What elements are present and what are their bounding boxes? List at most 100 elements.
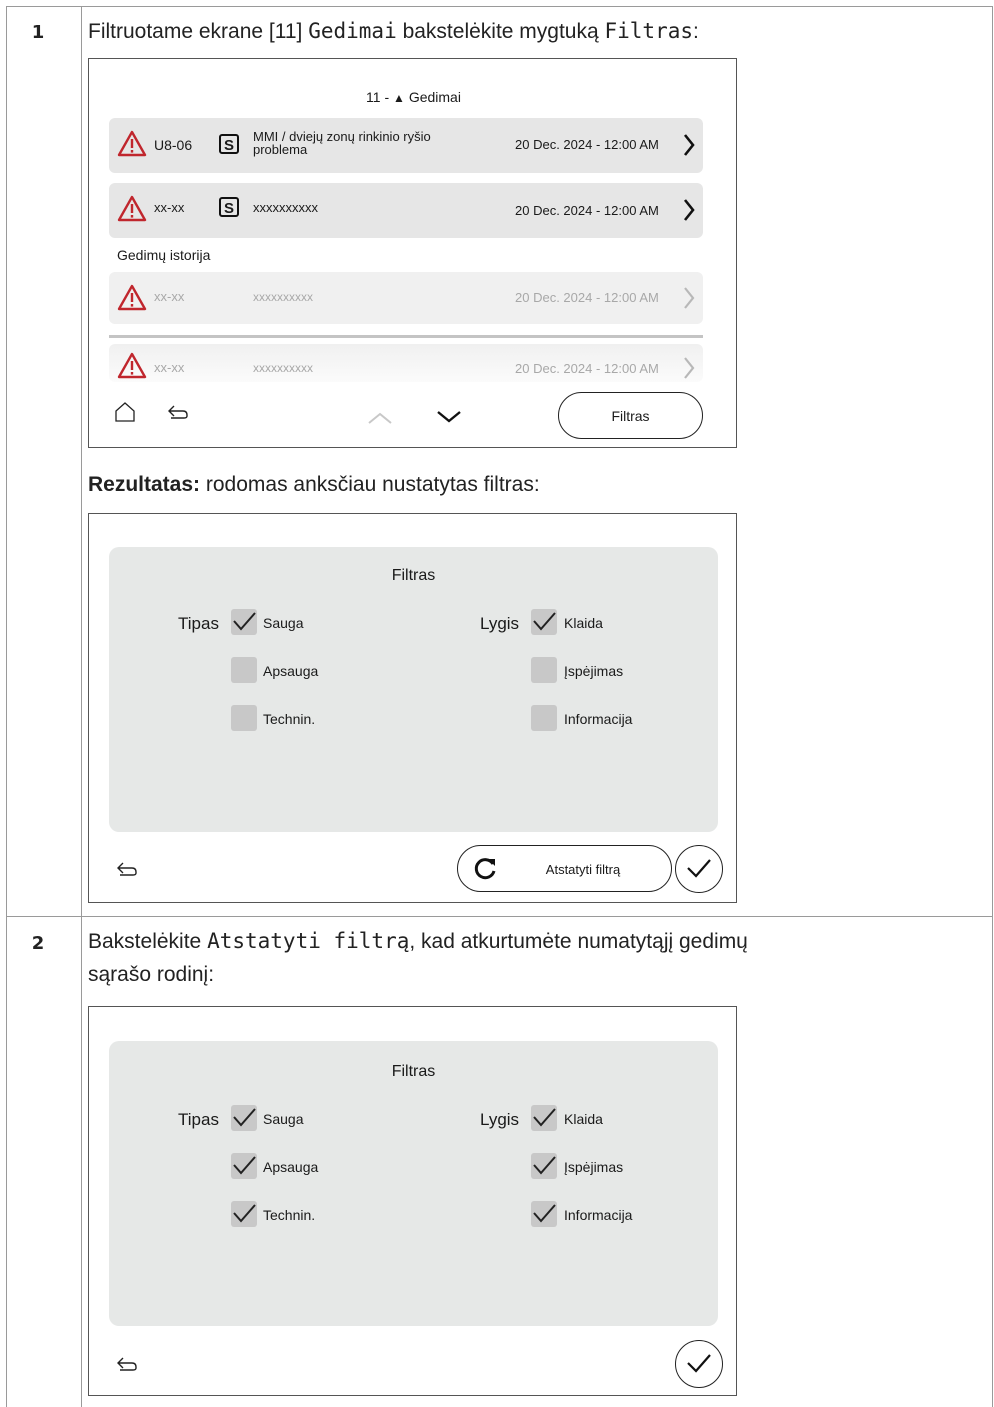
scroll-down-icon[interactable] xyxy=(436,410,462,424)
checkbox-sauga[interactable] xyxy=(231,609,257,635)
step-1-text-a: Filtruotame ekrane [11] xyxy=(88,20,309,43)
checkmark-icon xyxy=(233,1108,256,1127)
checkbox-ispejimas[interactable] xyxy=(531,657,557,683)
fault-description: xxxxxxxxxx xyxy=(253,290,313,304)
checkmark-icon xyxy=(687,859,711,878)
chevron-right-icon xyxy=(684,287,695,309)
fault-code: xx-xx xyxy=(154,289,185,304)
checkmark-icon xyxy=(233,1156,256,1175)
warning-icon xyxy=(117,195,147,222)
option-label: Klaida xyxy=(564,615,603,631)
warning-icon xyxy=(117,130,147,157)
home-icon[interactable] xyxy=(114,401,136,423)
step-2-code-reset: Atstatyti filtrą xyxy=(207,929,410,953)
checkbox-informacija[interactable] xyxy=(531,705,557,731)
fault-code: xx-xx xyxy=(154,200,185,215)
confirm-button[interactable] xyxy=(675,1340,723,1388)
scroll-divider xyxy=(109,335,703,338)
checkmark-icon xyxy=(533,1108,556,1127)
filter-button[interactable]: Filtras xyxy=(558,392,703,439)
fault-description: xxxxxxxxxx xyxy=(253,200,318,215)
option-label: Sauga xyxy=(263,1111,304,1127)
checkmark-icon xyxy=(533,1204,556,1223)
confirm-button[interactable] xyxy=(675,845,723,893)
screen-title-text: Gedimai xyxy=(408,89,461,105)
checkmark-icon xyxy=(533,1156,556,1175)
fault-row-history[interactable]: xx-xx xxxxxxxxxx 20 Dec. 2024 - 12:00 AM xyxy=(109,272,703,324)
fault-row-history[interactable]: xx-xx xxxxxxxxxx 20 Dec. 2024 - 12:00 AM xyxy=(109,344,703,382)
option-label: Technin. xyxy=(263,1207,316,1223)
refresh-icon xyxy=(474,858,496,880)
step-2-text-b: , kad atkurtumėte numatytąjį gedimų xyxy=(409,930,748,953)
chevron-right-icon xyxy=(683,134,695,156)
filter-panel: Filtras Tipas Lygis Sauga Apsauga Techni… xyxy=(109,547,718,832)
fault-description: xxxxxxxxxx xyxy=(253,361,313,375)
back-arrow-icon[interactable] xyxy=(116,860,138,878)
option-label: Informacija xyxy=(564,1207,633,1223)
chevron-right-icon xyxy=(684,357,695,379)
fault-row-active[interactable]: xx-xx S xxxxxxxxxx 20 Dec. 2024 - 12:00 … xyxy=(109,183,703,238)
option-label: Įspėjimas xyxy=(564,663,624,679)
checkbox-sauga[interactable] xyxy=(231,1105,257,1131)
back-arrow-icon[interactable] xyxy=(167,403,189,421)
fault-code: U8-06 xyxy=(154,137,193,153)
step-2-instruction-line2: sąrašo rodinį: xyxy=(88,963,215,986)
fault-timestamp: 20 Dec. 2024 - 12:00 AM xyxy=(515,203,659,218)
option-label: Technin. xyxy=(263,711,316,727)
type-label: Tipas xyxy=(178,614,219,633)
step-number-2: 2 xyxy=(31,933,45,954)
result-line: Rezultatas: rodomas anksčiau nustatytas … xyxy=(88,470,540,500)
option-label: Informacija xyxy=(564,711,633,727)
checkmark-icon xyxy=(687,1354,711,1373)
type-label: Tipas xyxy=(178,1110,219,1129)
checkbox-apsauga[interactable] xyxy=(231,657,257,683)
step-1-instruction: Filtruotame ekrane [11] Gedimai bakstelė… xyxy=(88,16,699,47)
safety-badge: S xyxy=(219,134,239,154)
checkmark-icon xyxy=(533,612,556,631)
table-border-left xyxy=(6,6,7,1407)
back-arrow-icon[interactable] xyxy=(116,1355,138,1373)
fault-timestamp: 20 Dec. 2024 - 12:00 AM xyxy=(515,361,659,376)
chevron-right-icon xyxy=(683,199,695,221)
level-label: Lygis xyxy=(480,1110,520,1129)
warning-triangle-icon: ▲ xyxy=(393,91,405,105)
filter-button-label: Filtras xyxy=(611,408,650,424)
warning-icon xyxy=(117,284,147,311)
fault-list-screen: 11 - ▲ Gedimai U8-06 S MMI / dviejų zonų… xyxy=(88,58,737,448)
safety-badge: S xyxy=(219,197,239,217)
step-1-code-gedimai: Gedimai xyxy=(308,19,397,43)
step-1-text-c: : xyxy=(693,20,699,43)
step-1-text-b: bakstelėkite mygtuką xyxy=(396,20,605,43)
filter-title: Filtras xyxy=(391,567,436,584)
checkmark-icon xyxy=(233,612,256,631)
filter-screen-reset: Filtras Tipas Lygis Sauga Apsauga Techni… xyxy=(88,1006,737,1396)
filter-screen-previous: Filtras Tipas Lygis Sauga Apsauga Techni… xyxy=(88,513,737,903)
option-label: Sauga xyxy=(263,615,304,631)
warning-icon xyxy=(117,352,147,379)
reset-filter-label: Atstatyti filtrą xyxy=(545,862,621,877)
step-number-1: 1 xyxy=(31,22,45,43)
checkbox-technin[interactable] xyxy=(231,1201,257,1227)
option-label: Apsauga xyxy=(263,663,319,679)
fault-timestamp: 20 Dec. 2024 - 12:00 AM xyxy=(515,290,659,305)
screen-title: 11 - ▲ Gedimai xyxy=(89,89,738,105)
checkmark-icon xyxy=(233,1204,256,1223)
checkbox-ispejimas[interactable] xyxy=(531,1153,557,1179)
checkbox-informacija[interactable] xyxy=(531,1201,557,1227)
checkbox-technin[interactable] xyxy=(231,705,257,731)
table-row-divider xyxy=(6,916,993,917)
level-label: Lygis xyxy=(480,614,520,633)
checkbox-klaida[interactable] xyxy=(531,1105,557,1131)
checkbox-apsauga[interactable] xyxy=(231,1153,257,1179)
checkbox-klaida[interactable] xyxy=(531,609,557,635)
option-label: Įspėjimas xyxy=(564,1159,624,1175)
table-border-top xyxy=(6,6,993,7)
history-heading: Gedimų istorija xyxy=(117,247,211,263)
table-column-divider xyxy=(81,6,82,1407)
scroll-up-icon[interactable] xyxy=(367,411,393,425)
result-label: Rezultatas: xyxy=(88,473,201,496)
fault-row-active[interactable]: U8-06 S MMI / dviejų zonų rinkinio ryšio… xyxy=(109,118,703,173)
screen-title-prefix: 11 - xyxy=(366,89,394,105)
reset-filter-button[interactable]: Atstatyti filtrą xyxy=(457,845,672,892)
option-label: Apsauga xyxy=(263,1159,319,1175)
